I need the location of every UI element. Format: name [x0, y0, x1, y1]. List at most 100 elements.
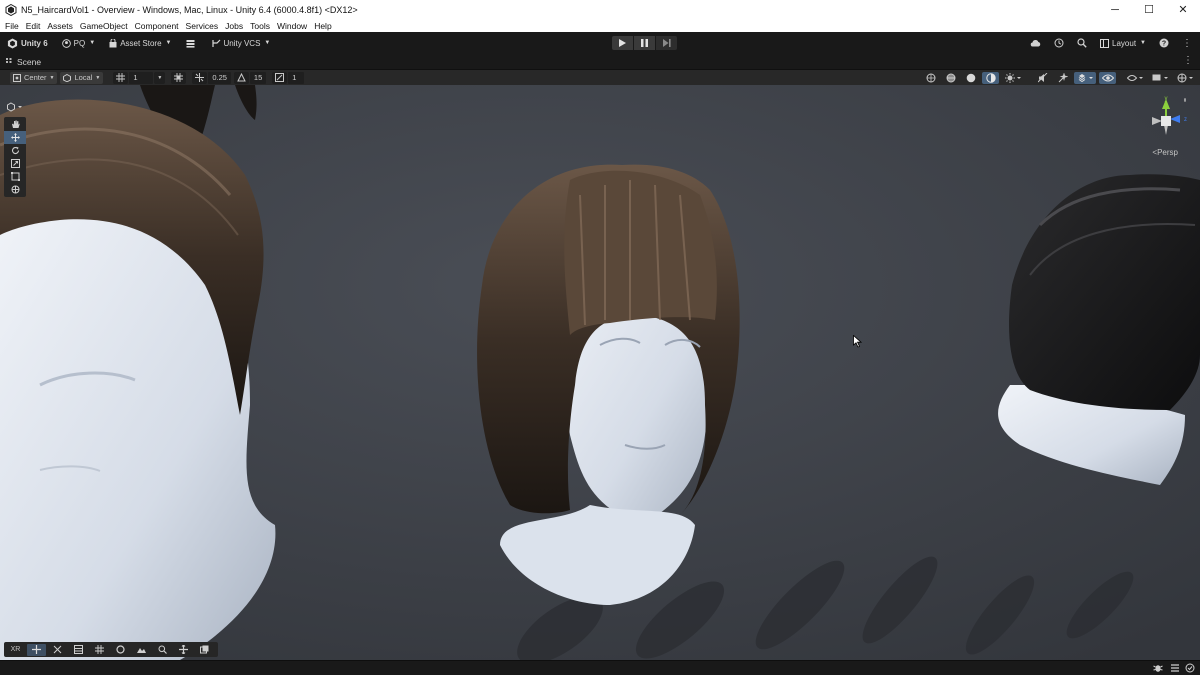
scene-visibility-icon[interactable]	[1099, 71, 1116, 84]
pivot-mode-dropdown[interactable]: Center ▼	[10, 71, 58, 84]
effects-toggle-icon[interactable]	[1054, 72, 1071, 84]
z-axis-cone[interactable]	[1170, 115, 1180, 123]
rect-transform-icon	[10, 172, 20, 181]
menu-services[interactable]: Services	[186, 21, 219, 31]
history-icon[interactable]	[1054, 38, 1064, 48]
xr-button[interactable]: XR	[6, 644, 25, 656]
rotate-snap-icon-button[interactable]	[233, 71, 249, 84]
scene-tab-bar: Scene ⋮	[0, 54, 1200, 70]
overlay-move-button[interactable]	[27, 643, 46, 656]
overlay-terrain-button[interactable]	[132, 644, 151, 656]
overlay-grid-button[interactable]	[90, 644, 109, 656]
menu-component[interactable]: Component	[135, 21, 179, 31]
transform-tool-button[interactable]	[4, 183, 26, 196]
grid-dropdown[interactable]: ▼	[154, 71, 166, 84]
tools-overlay	[4, 97, 26, 197]
grid-snap-icon	[174, 73, 184, 82]
menu-gameobject[interactable]: GameObject	[80, 21, 128, 31]
scale-snap-icon-button[interactable]	[272, 71, 288, 84]
increment-snap-toggle[interactable]	[192, 71, 208, 84]
move-snap-value[interactable]: 0.25	[208, 71, 231, 84]
help-icon[interactable]: ?	[1159, 38, 1169, 48]
overlay-window-button[interactable]	[195, 644, 214, 656]
camera-settings-icon[interactable]	[1074, 71, 1096, 84]
package-manager-button[interactable]	[183, 35, 201, 51]
overlay-circle-button[interactable]	[111, 644, 130, 656]
shaded-mode-icon[interactable]	[962, 72, 979, 84]
grid-snap-toggle[interactable]	[171, 71, 187, 84]
mouse-cursor-icon	[853, 335, 862, 348]
local-space-icon	[63, 73, 72, 82]
grid-icon	[116, 73, 126, 82]
move-tool-button[interactable]	[4, 131, 26, 144]
overlay-bone-button[interactable]	[48, 644, 67, 656]
asset-store-dropdown[interactable]: Asset Store ▼	[106, 35, 174, 51]
move-icon	[10, 133, 20, 142]
rotate-snap-value[interactable]: 15	[249, 71, 267, 84]
audio-toggle-icon[interactable]	[1034, 72, 1051, 84]
auto-refresh-icon[interactable]	[1185, 663, 1195, 673]
svg-text:?: ?	[1162, 41, 1166, 48]
circle-icon	[116, 645, 125, 654]
package-icon	[186, 39, 194, 48]
layout-dropdown[interactable]: Layout ▼	[1100, 38, 1146, 48]
unlit-mode-icon[interactable]	[982, 71, 999, 84]
scene-viewport[interactable]	[0, 85, 1200, 660]
gizmos-dropdown-icon[interactable]	[1174, 72, 1196, 84]
move-icon	[32, 645, 41, 654]
lighting-dropdown-icon[interactable]	[1002, 72, 1024, 84]
cloud-icon[interactable]	[1030, 39, 1041, 47]
shopping-bag-icon	[109, 38, 117, 47]
hand-icon	[11, 120, 20, 128]
neg-y-cone[interactable]	[1164, 125, 1168, 135]
menu-edit[interactable]: Edit	[26, 21, 41, 31]
rect-tool-button[interactable]	[4, 170, 26, 183]
grid-visibility-toggle[interactable]	[113, 71, 129, 84]
account-dropdown[interactable]: PQ ▼	[59, 35, 99, 51]
unity-logo-icon	[5, 3, 17, 16]
menu-file[interactable]: File	[5, 21, 19, 31]
layers-icon	[74, 645, 83, 654]
window-icon	[200, 645, 209, 654]
minimize-button[interactable]: ─	[1098, 0, 1132, 19]
menu-jobs[interactable]: Jobs	[225, 21, 243, 31]
menu-help[interactable]: Help	[314, 21, 331, 31]
draw-mode-icon[interactable]	[1149, 72, 1171, 84]
wireframe-mode-icon[interactable]	[922, 72, 939, 84]
y-axis-label: y	[1165, 96, 1168, 102]
tools-overlay-header[interactable]	[4, 97, 26, 117]
kebab-menu-icon[interactable]: ⋮	[1182, 38, 1192, 49]
search-icon[interactable]	[1077, 38, 1087, 48]
pause-button[interactable]	[634, 36, 655, 50]
shaded-wireframe-icon[interactable]	[942, 72, 959, 84]
scale-tool-button[interactable]	[4, 157, 26, 170]
rotate-tool-button[interactable]	[4, 144, 26, 157]
close-button[interactable]: ✕	[1166, 0, 1200, 19]
play-button[interactable]	[612, 36, 633, 50]
overlay-layers-button[interactable]	[69, 644, 88, 656]
version-control-dropdown[interactable]: Unity VCS ▼	[209, 35, 274, 51]
neg-x-cone[interactable]	[1152, 117, 1162, 125]
overlay-search-button[interactable]	[153, 644, 172, 656]
progress-icon[interactable]	[1170, 663, 1180, 673]
gizmos-visibility-icon[interactable]	[1124, 72, 1146, 84]
menu-tools[interactable]: Tools	[250, 21, 270, 31]
grid-icon	[95, 645, 104, 654]
scene-view-options	[919, 71, 1196, 84]
bug-icon[interactable]	[1153, 663, 1163, 673]
pivot-rotation-dropdown[interactable]: Local ▼	[60, 71, 104, 84]
step-button[interactable]	[656, 36, 677, 50]
tab-kebab-icon[interactable]: ⋮	[1183, 55, 1193, 66]
view-tool-button[interactable]	[4, 118, 26, 131]
maximize-button[interactable]: ☐	[1132, 0, 1166, 19]
tab-scene[interactable]: Scene	[0, 54, 47, 70]
chevron-down-icon: ▼	[49, 74, 55, 81]
projection-toggle[interactable]: <Persp	[1152, 148, 1178, 157]
menu-window[interactable]: Window	[277, 21, 307, 31]
unity-account-button[interactable]: Unity 6	[4, 35, 51, 51]
overlay-pan-button[interactable]	[174, 644, 193, 656]
grid-size-value[interactable]: 1	[129, 71, 154, 84]
menu-assets[interactable]: Assets	[47, 21, 73, 31]
gizmo-center-cube[interactable]	[1161, 116, 1171, 126]
scale-snap-value[interactable]: 1	[288, 71, 305, 84]
